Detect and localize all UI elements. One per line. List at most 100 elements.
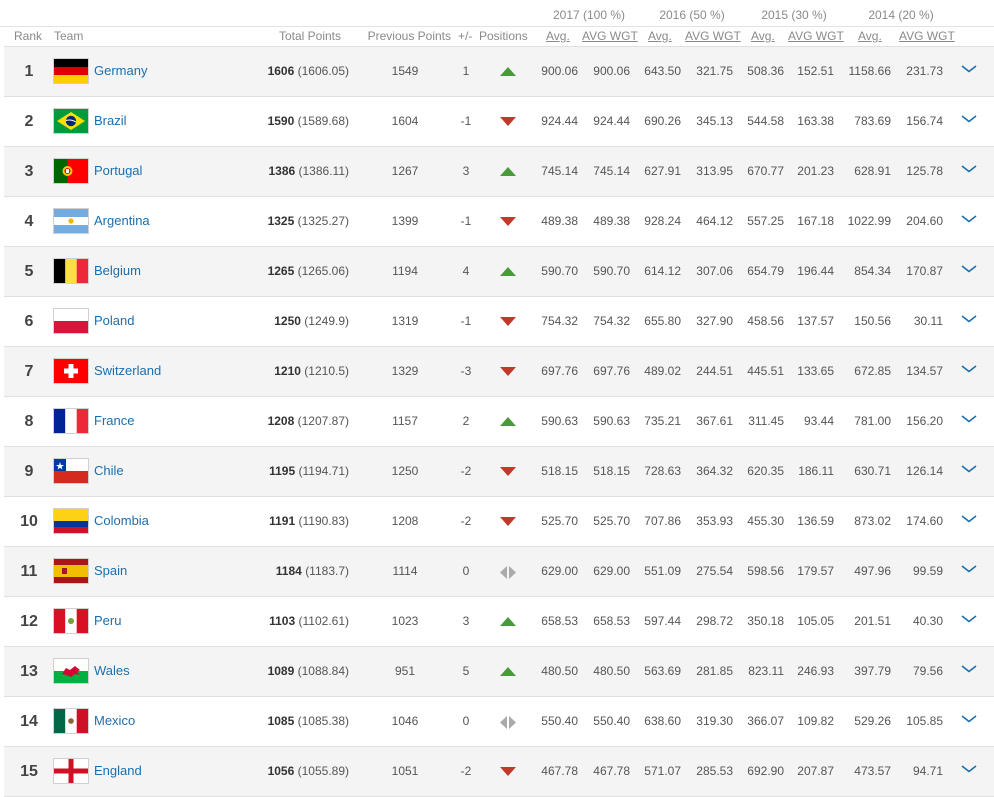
team-link[interactable]: Brazil [94,97,127,146]
team-link[interactable]: Chile [94,447,124,496]
expand-chevron-down-icon[interactable] [960,61,978,75]
total-points-exact: (1589.68) [297,114,349,128]
avg-wgt-2015-cell: 167.18 [797,214,834,228]
avg-wgt-2017-cell: 629.00 [593,564,630,578]
mexico-flag-icon [54,709,88,733]
col-2015-avg[interactable]: Avg. [751,29,775,43]
rank-cell: 6 [24,313,34,330]
table-row[interactable]: 8 France 1208 (1207.87) 1157 2 590.63 59… [4,396,994,446]
expand-chevron-down-icon[interactable] [960,511,978,525]
avg-wgt-2016-cell: 313.95 [696,164,733,178]
col-positions[interactable]: Positions [479,29,528,43]
expand-chevron-down-icon[interactable] [960,161,978,175]
table-row[interactable]: 5 Belgium 1265 (1265.06) 1194 4 590.70 5… [4,246,994,296]
avg-2014-cell: 150.56 [854,314,891,328]
team-link[interactable]: Colombia [94,497,149,546]
expand-chevron-down-icon[interactable] [960,711,978,725]
team-link[interactable]: Germany [94,47,147,96]
table-row[interactable]: 4 Argentina 1325 (1325.27) 1399 -1 489.3… [4,196,994,246]
col-2014-avg-wgt[interactable]: AVG WGT [899,29,955,43]
argentina-flag-icon [54,209,88,233]
change-cell: 0 [462,714,470,728]
avg-wgt-2017-cell: 467.78 [593,764,630,778]
expand-chevron-down-icon[interactable] [960,761,978,775]
team-link[interactable]: Argentina [94,197,150,246]
expand-chevron-down-icon[interactable] [960,311,978,325]
avg-wgt-2015-cell: 207.87 [797,764,834,778]
expand-chevron-down-icon[interactable] [960,611,978,625]
avg-wgt-2016-cell: 327.90 [696,314,733,328]
colombia-flag-icon [54,509,88,533]
expand-chevron-down-icon[interactable] [960,461,978,475]
avg-wgt-2017-cell: 658.53 [593,614,630,628]
avg-2015-cell: 544.58 [747,114,784,128]
expand-chevron-down-icon[interactable] [960,211,978,225]
expand-chevron-down-icon[interactable] [960,111,978,125]
avg-2015-cell: 455.30 [747,514,784,528]
expand-chevron-down-icon[interactable] [960,261,978,275]
previous-points-cell: 1604 [391,114,419,128]
col-2015-avg-wgt[interactable]: AVG WGT [788,29,844,43]
team-link[interactable]: Wales [94,647,130,696]
total-points-exact: (1183.7) [305,564,349,578]
avg-2017-cell: 697.76 [541,364,578,378]
trend-down-icon [499,447,517,496]
expand-chevron-down-icon[interactable] [960,411,978,425]
total-points-value: 1606 [267,64,295,78]
previous-points-cell: 1549 [391,64,419,78]
col-2014-avg[interactable]: Avg. [858,29,882,43]
team-link[interactable]: England [94,747,142,796]
col-2017-avg-wgt[interactable]: AVG WGT [582,29,638,43]
total-points-exact: (1207.87) [297,414,349,428]
table-row[interactable]: 12 Peru 1103 (1102.61) 1023 3 658.53 658… [4,596,994,646]
team-link[interactable]: Mexico [94,697,135,746]
previous-points-cell: 951 [394,664,416,678]
previous-points-cell: 1267 [391,164,419,178]
col-previous-points[interactable]: Previous Points [368,29,451,43]
table-row[interactable]: 15 England 1056 (1055.89) 1051 -2 467.78… [4,746,994,797]
change-cell: 3 [462,164,470,178]
total-points-value: 1103 [269,614,296,628]
table-row[interactable]: 11 Spain 1184 (1183.7) 1114 0 629.00 629… [4,546,994,596]
team-link[interactable]: Spain [94,547,127,596]
table-row[interactable]: 3 Portugal 1386 (1386.11) 1267 3 745.14 … [4,146,994,196]
total-points-value: 1056 [267,764,295,778]
table-row[interactable]: 9 Chile 1195 (1194.71) 1250 -2 518.15 51… [4,446,994,496]
col-total-points[interactable]: Total Points [279,29,341,43]
team-link[interactable]: France [94,397,134,446]
avg-2016-cell: 728.63 [644,464,681,478]
team-link[interactable]: Portugal [94,147,142,196]
avg-wgt-2016-cell: 364.32 [696,464,733,478]
total-points-cell: 1191 (1190.83) [269,497,349,546]
col-2016-avg-wgt[interactable]: AVG WGT [685,29,741,43]
table-row[interactable]: 7 Switzerland 1210 (1210.5) 1329 -3 697.… [4,346,994,396]
col-rank[interactable]: Rank [14,29,42,43]
trend-up-icon [499,647,517,696]
table-row[interactable]: 13 Wales 1089 (1088.84) 951 5 480.50 480… [4,646,994,696]
avg-wgt-2017-cell: 525.70 [593,514,630,528]
rank-cell: 1 [24,63,34,80]
team-link[interactable]: Peru [94,597,121,646]
table-row[interactable]: 14 Mexico 1085 (1085.38) 1046 0 550.40 5… [4,696,994,746]
team-link[interactable]: Switzerland [94,347,161,396]
expand-chevron-down-icon[interactable] [960,361,978,375]
avg-2016-cell: 655.80 [644,314,681,328]
change-cell: -1 [460,214,472,228]
col-change[interactable]: +/- [458,29,472,43]
avg-wgt-2017-cell: 590.63 [593,414,630,428]
expand-chevron-down-icon[interactable] [960,661,978,675]
table-row[interactable]: 10 Colombia 1191 (1190.83) 1208 -2 525.7… [4,496,994,546]
col-team[interactable]: Team [54,29,83,43]
avg-2017-cell: 900.06 [541,64,578,78]
team-link[interactable]: Belgium [94,247,141,296]
total-points-exact: (1088.84) [297,664,349,678]
expand-chevron-down-icon[interactable] [960,561,978,575]
table-row[interactable]: 1 Germany 1606 (1606.05) 1549 1 900.06 9… [4,46,994,96]
avg-wgt-2015-cell: 163.38 [797,114,834,128]
trend-up-icon [499,597,517,646]
table-row[interactable]: 2 Brazil 1590 (1589.68) 1604 -1 924.44 9… [4,96,994,146]
table-row[interactable]: 6 Poland 1250 (1249.9) 1319 -1 754.32 75… [4,296,994,346]
team-link[interactable]: Poland [94,297,134,346]
col-2016-avg[interactable]: Avg. [648,29,672,43]
col-2017-avg[interactable]: Avg. [546,29,570,43]
